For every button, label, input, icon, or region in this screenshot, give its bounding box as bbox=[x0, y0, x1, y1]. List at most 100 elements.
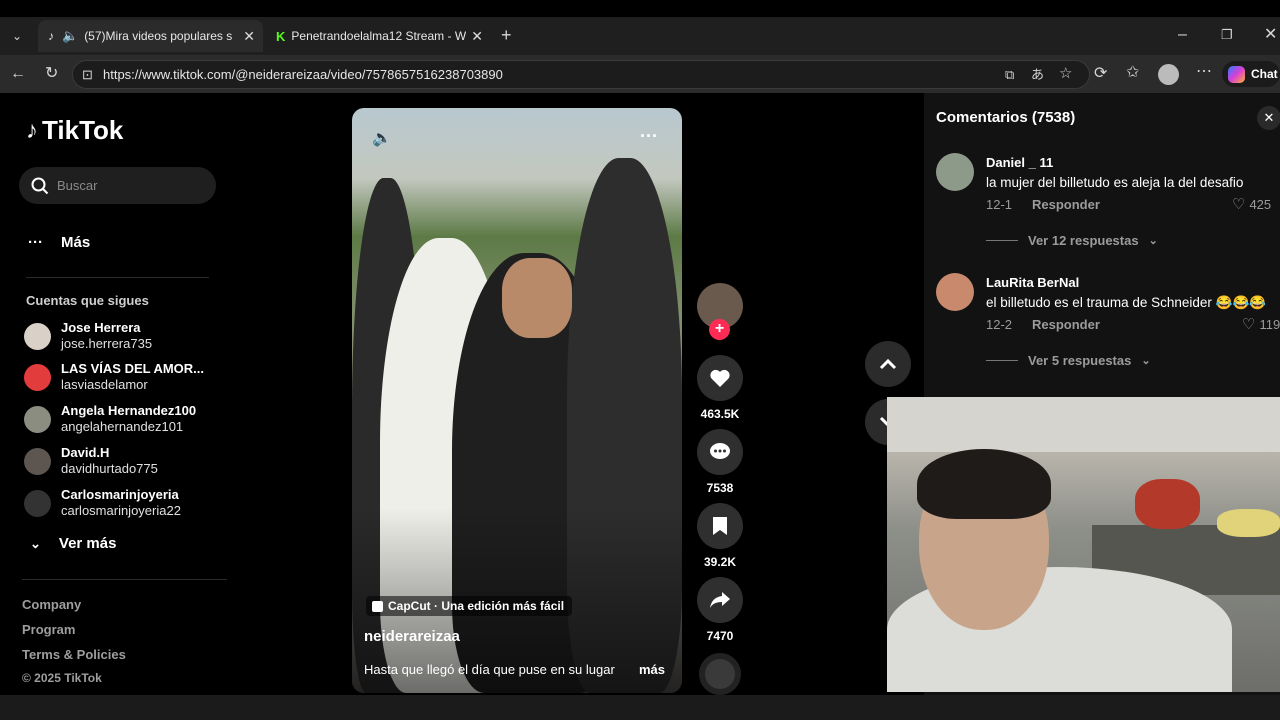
kick-favicon-icon: K bbox=[276, 28, 286, 44]
close-comments-button[interactable]: ✕ bbox=[1257, 106, 1280, 130]
url-field[interactable]: ⊡ https://www.tiktok.com/@neiderareizaa/… bbox=[72, 60, 1090, 89]
settings-menu-icon[interactable]: ⋯ bbox=[1196, 64, 1212, 80]
account-name: Jose Herrera bbox=[61, 320, 141, 335]
tab-list-chevron-icon[interactable]: ⌄ bbox=[12, 28, 22, 44]
webcam-figurine bbox=[1135, 479, 1200, 529]
search-input[interactable]: Buscar bbox=[19, 167, 216, 204]
url-text: https://www.tiktok.com/@neiderareizaa/vi… bbox=[103, 67, 503, 82]
back-icon[interactable]: ← bbox=[10, 66, 26, 82]
sidebar-divider bbox=[26, 277, 209, 278]
comment-like[interactable]: ♡ 425 bbox=[1232, 195, 1271, 213]
video-player[interactable]: 🔈 ··· CapCut · Una edición más fácil nei… bbox=[352, 108, 682, 693]
favorites-icon[interactable]: ✩ bbox=[1126, 65, 1139, 81]
video-description: Hasta que llegó el día que puse en su lu… bbox=[364, 662, 615, 677]
account-item[interactable]: Jose Herrera jose.herrera735 bbox=[24, 320, 152, 352]
previous-video-button[interactable] bbox=[865, 341, 911, 387]
heart-outline-icon: ♡ bbox=[1242, 316, 1256, 333]
favorite-star-icon[interactable]: ☆ bbox=[1059, 66, 1072, 82]
avatar bbox=[24, 363, 51, 391]
account-name: Angela Hernandez100 bbox=[61, 403, 197, 418]
account-item[interactable]: David.H davidhurtado775 bbox=[24, 445, 158, 477]
account-item[interactable]: Angela Hernandez100 angelahernandez101 bbox=[24, 403, 196, 435]
close-icon: ✕ bbox=[1263, 110, 1275, 125]
video-author[interactable]: neiderareizaa bbox=[364, 628, 460, 645]
avatar bbox=[24, 447, 51, 475]
nav-more-label: Más bbox=[61, 234, 91, 251]
webcam-overlay bbox=[887, 397, 1280, 692]
comment-user[interactable]: LauRita BerNal bbox=[986, 275, 1079, 290]
capcut-badge[interactable]: CapCut · Una edición más fácil bbox=[366, 596, 573, 616]
view-replies-button[interactable]: Ver 12 respuestas ⌄ bbox=[986, 233, 1158, 248]
copilot-icon bbox=[1228, 65, 1245, 83]
avatar[interactable] bbox=[936, 273, 974, 311]
reply-button[interactable]: Responder bbox=[1032, 317, 1100, 332]
reply-button[interactable]: Responder bbox=[1032, 197, 1100, 212]
like-button[interactable] bbox=[697, 355, 743, 401]
follow-plus-icon[interactable]: + bbox=[709, 319, 730, 340]
comment-text: el billetudo es el trauma de Schneider 😂… bbox=[986, 295, 1267, 310]
see-more-label: Ver más bbox=[58, 535, 117, 552]
close-window-icon[interactable]: ✕ bbox=[1264, 27, 1277, 43]
reload-icon[interactable]: ↻ bbox=[45, 66, 58, 82]
account-handle: lasviasdelamor bbox=[61, 377, 148, 392]
account-handle: carlosmarinjoyeria22 bbox=[61, 503, 181, 518]
footer-company[interactable]: Company bbox=[22, 597, 81, 612]
account-item[interactable]: LAS VÍAS DEL AMOR... lasviasdelamor bbox=[24, 361, 204, 393]
shares-count: 7470 bbox=[706, 629, 734, 643]
new-tab-icon[interactable]: + bbox=[501, 26, 512, 44]
save-button[interactable] bbox=[697, 503, 743, 549]
reply-line bbox=[986, 240, 1018, 241]
video-options-icon[interactable]: ··· bbox=[640, 126, 658, 147]
profile-avatar[interactable] bbox=[1158, 64, 1179, 85]
tab-kick[interactable]: K Penetrandoelalma12 Stream - Wat ✕ bbox=[266, 20, 491, 52]
sidebar-divider bbox=[22, 579, 227, 580]
chevron-down-icon: ⌄ bbox=[1141, 355, 1151, 367]
heart-icon bbox=[710, 369, 730, 387]
speaker-icon[interactable]: 🔈 bbox=[62, 28, 78, 44]
avatar bbox=[24, 405, 51, 433]
comment-icon bbox=[710, 443, 730, 459]
account-item[interactable]: Carlosmarinjoyeria carlosmarinjoyeria22 bbox=[24, 487, 181, 519]
footer-program[interactable]: Program bbox=[22, 622, 75, 637]
comment-user[interactable]: Daniel _ 11 bbox=[986, 155, 1053, 170]
tiktok-logo[interactable]: ♪ TikTok bbox=[26, 115, 123, 146]
translate-icon[interactable]: あ bbox=[1031, 67, 1044, 83]
share-arrow-icon bbox=[710, 592, 730, 608]
description-more-link[interactable]: más bbox=[639, 662, 665, 677]
sound-disc[interactable] bbox=[699, 653, 741, 695]
capcut-label: CapCut · Una edición más fácil bbox=[388, 599, 565, 613]
tab-tiktok[interactable]: ♪ 🔈 (57)Mira videos populares sel ✕ bbox=[38, 20, 263, 52]
close-tab-icon[interactable]: ✕ bbox=[471, 28, 483, 45]
comment-item: Daniel _ 11 la mujer del billetudo es al… bbox=[936, 153, 1280, 253]
minimize-icon[interactable]: – bbox=[1178, 27, 1187, 43]
footer-terms[interactable]: Terms & Policies bbox=[22, 647, 126, 662]
avatar bbox=[24, 322, 51, 350]
view-replies-button[interactable]: Ver 5 respuestas ⌄ bbox=[986, 353, 1151, 368]
webcam-ceiling bbox=[887, 397, 1280, 452]
share-button[interactable] bbox=[697, 577, 743, 623]
copilot-chat-button[interactable]: Chat bbox=[1222, 61, 1280, 87]
restore-icon[interactable]: ❐ bbox=[1221, 27, 1233, 43]
avatar[interactable] bbox=[936, 153, 974, 191]
extensions-icon[interactable]: ⟳ bbox=[1094, 66, 1107, 82]
view-replies-label: Ver 5 respuestas bbox=[1028, 353, 1132, 368]
account-name: David.H bbox=[61, 445, 110, 460]
nav-more[interactable]: ··· Más bbox=[28, 234, 90, 251]
webcam-object bbox=[1217, 509, 1280, 537]
account-handle: davidhurtado775 bbox=[61, 461, 158, 476]
open-in-app-icon[interactable]: ⧉ bbox=[1005, 67, 1014, 83]
comment-button[interactable] bbox=[697, 429, 743, 475]
site-info-icon[interactable]: ⊡ bbox=[82, 67, 93, 83]
comment-date: 12-1 bbox=[986, 197, 1013, 212]
mute-icon[interactable]: 🔈 bbox=[372, 128, 392, 148]
capcut-icon bbox=[372, 600, 383, 612]
bookmark-icon bbox=[713, 517, 727, 535]
comment-like[interactable]: ♡ 119 bbox=[1242, 315, 1280, 333]
search-placeholder: Buscar bbox=[57, 178, 98, 193]
see-more-accounts[interactable]: ⌄ Ver más bbox=[30, 535, 116, 552]
saves-count: 39.2K bbox=[703, 555, 737, 569]
account-name: Carlosmarinjoyeria bbox=[61, 487, 179, 502]
comments-title: Comentarios (7538) bbox=[936, 109, 1076, 126]
view-replies-label: Ver 12 respuestas bbox=[1028, 233, 1139, 248]
close-tab-icon[interactable]: ✕ bbox=[243, 28, 255, 45]
